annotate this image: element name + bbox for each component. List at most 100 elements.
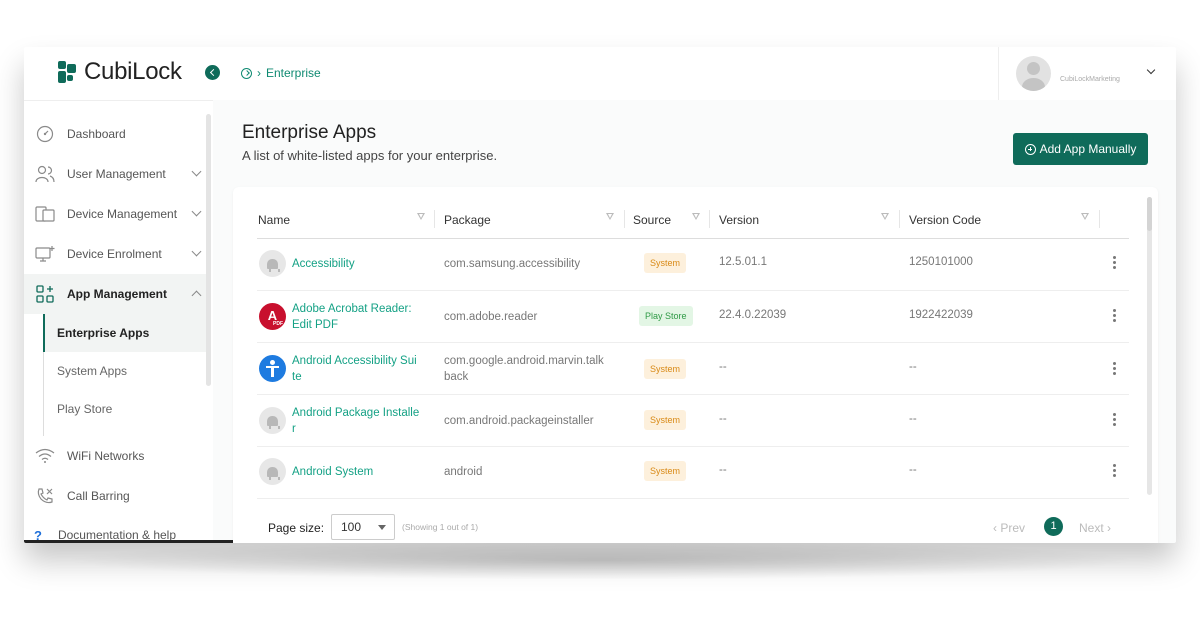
adobe-pdf-icon: A PDF [259,303,286,330]
app-name-line: te [292,371,302,383]
column-header-version[interactable]: Version [719,213,759,227]
status-badge: System [644,461,687,481]
chevron-down-icon [191,246,202,257]
version-code: -- [909,464,917,476]
home-icon[interactable] [241,67,252,79]
sidebar-item-label: Call Barring [67,489,130,503]
avatar[interactable] [1016,56,1051,91]
sidebar-item-label: Dashboard [67,127,126,141]
monitor-plus-icon [35,244,55,264]
version: 22.4.0.22039 [719,309,787,321]
version-code: 1250101000 [909,256,973,268]
cubilock-logo-icon [58,61,78,83]
sidebar-item-dashboard[interactable]: Dashboard [24,114,206,154]
sidebar-scrollbar[interactable] [206,114,211,386]
next-page-button[interactable]: Next › [1079,521,1111,535]
breadcrumb-separator-icon: › [257,66,261,80]
more-actions-icon[interactable] [1113,413,1116,428]
app-name[interactable]: Android Package Installe r [292,405,419,437]
column-header-name[interactable]: Name [258,213,290,227]
apps-table-card: Name Package Source Version Version Code [233,187,1158,543]
more-actions-icon[interactable] [1113,256,1116,271]
filter-icon[interactable] [881,213,889,220]
page-size-label: Page size: [268,521,325,535]
app-name[interactable]: Accessibility [292,256,355,272]
table-row[interactable]: Accessibility com.samsung.accessibility … [257,239,1129,291]
page-subtitle: A list of white-listed apps for your ent… [242,148,498,163]
app-name[interactable]: Android Accessibility Sui te [292,353,417,385]
android-icon [259,407,286,434]
package-line: back [444,371,469,383]
page-size-select[interactable]: 100 [331,514,395,540]
chevron-down-icon[interactable] [1146,65,1156,75]
table-row[interactable]: Android Package Installe r com.android.p… [257,395,1129,447]
sidebar-item-device-management[interactable]: Device Management [24,194,206,234]
package-name: android [444,466,483,478]
showing-count: (Showing 1 out of 1) [402,522,479,532]
column-header-source[interactable]: Source [633,213,671,227]
frame-shadow [60,540,1140,580]
filter-icon[interactable] [417,213,425,220]
package-name: com.android.packageinstaller [444,415,594,427]
sidebar-subitem-label: Play Store [57,402,113,416]
table-row[interactable]: Android Accessibility Sui te com.google.… [257,343,1129,395]
package-name: com.samsung.accessibility [444,258,581,270]
column-header-package[interactable]: Package [444,213,491,227]
column-divider [1099,210,1100,228]
sidebar-subitem-label: System Apps [57,364,128,378]
app-management-submenu: Enterprise Apps System Apps Play Store [24,314,206,436]
more-actions-icon[interactable] [1113,362,1116,377]
add-app-manually-button[interactable]: Add App Manually [1013,133,1148,165]
table-row[interactable]: A PDF Adobe Acrobat Reader: Edit PDF com.… [257,291,1129,343]
breadcrumb-current[interactable]: Enterprise [266,66,321,80]
collapse-sidebar-button[interactable] [205,65,220,80]
apps-grid-icon [35,284,55,304]
sidebar-item-app-management[interactable]: App Management [24,274,206,314]
more-actions-icon[interactable] [1113,309,1116,324]
table-header: Name Package Source Version Version Code [257,201,1129,239]
sidebar-item-user-management[interactable]: User Management [24,154,206,194]
app-name-line: Android Accessibility Sui [292,355,417,367]
sidebar-subitem-system-apps[interactable]: System Apps [43,352,206,390]
app-name-line: Adobe Acrobat Reader: [292,303,412,315]
sidebar-item-call-barring[interactable]: Call Barring [24,476,206,516]
user-menu[interactable]: CubiLockMarketing [998,47,1176,100]
column-header-version-code[interactable]: Version Code [909,213,981,227]
status-badge: Play Store [639,306,693,326]
status-badge: System [644,253,687,273]
sidebar-item-wifi-networks[interactable]: WiFi Networks [24,436,206,476]
phone-barred-icon [35,486,55,506]
pagination-bar: Page size: 100 (Showing 1 out of 1) ‹ Pr… [233,513,1158,543]
table-scrollbar[interactable] [1147,197,1152,495]
app-name[interactable]: Adobe Acrobat Reader: Edit PDF [292,301,412,333]
version-code: -- [909,361,917,373]
app-name-line: r [292,423,296,435]
sidebar-item-label: App Management [67,287,168,301]
next-label: Next [1079,521,1104,535]
sidebar-subitem-play-store[interactable]: Play Store [43,390,206,428]
table-row[interactable]: Android System android System -- -- [257,447,1129,499]
version: 12.5.01.1 [719,256,767,268]
topbar: › Enterprise CubiLockMarketing [213,47,1176,100]
page-number-button[interactable]: 1 [1044,517,1063,536]
button-label: Add App Manually [1039,142,1137,156]
status-badge: System [644,359,687,379]
prev-page-button[interactable]: ‹ Prev [993,521,1025,535]
filter-icon[interactable] [1081,213,1089,220]
more-actions-icon[interactable] [1113,464,1116,479]
sidebar-item-device-enrolment[interactable]: Device Enrolment [24,234,206,274]
filter-icon[interactable] [606,213,614,220]
accessibility-icon [259,355,286,382]
plus-circle-icon [1024,143,1036,155]
app-name[interactable]: Android System [292,464,373,480]
sidebar-item-label: Device Enrolment [67,247,162,261]
devices-icon [35,204,55,224]
version: -- [719,361,727,373]
chevron-down-icon [191,166,202,177]
filter-icon[interactable] [692,213,700,220]
sidebar-subitem-enterprise-apps[interactable]: Enterprise Apps [43,314,206,352]
caret-down-icon [378,525,386,530]
chevron-up-icon [191,290,202,301]
logo[interactable]: CubiLock [58,57,182,87]
app-window: CubiLock Dashboard User Management Devic… [24,47,1176,543]
